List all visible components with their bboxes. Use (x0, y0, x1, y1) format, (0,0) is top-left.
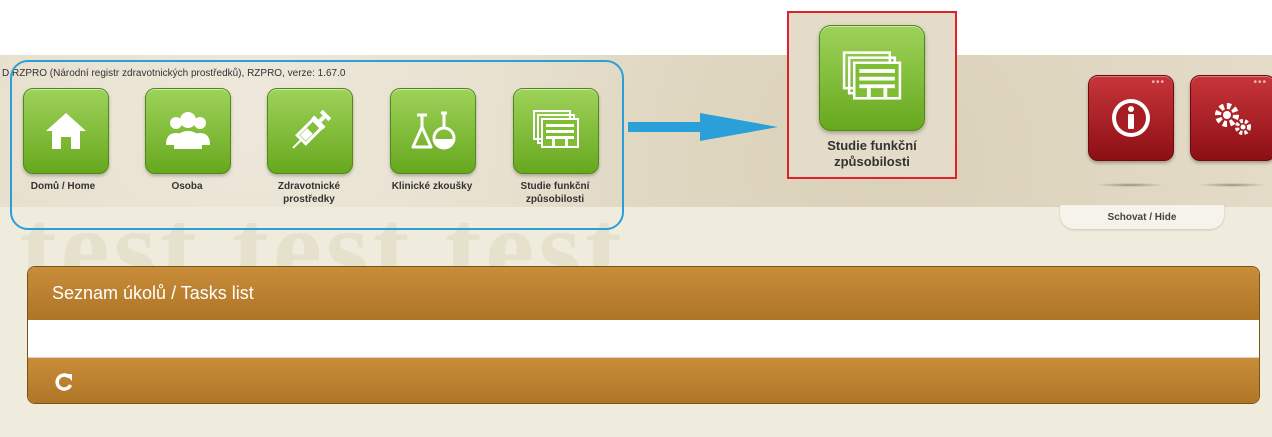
refresh-icon[interactable] (54, 372, 74, 392)
gears-icon (1215, 103, 1251, 135)
tile-menu-dots: ••• (1151, 77, 1165, 88)
flask-icon (411, 111, 456, 150)
module-home-button[interactable] (23, 88, 109, 174)
info-icon (1112, 99, 1150, 137)
people-icon (166, 112, 210, 149)
module-studies-button[interactable] (513, 88, 599, 174)
tile-shadow (1095, 183, 1165, 187)
tile-menu-dots: ••• (1253, 77, 1267, 88)
selected-module-label: Studie funkční způsobilosti (827, 138, 917, 169)
module-trials-button[interactable] (390, 88, 476, 174)
module-studies-label: Studie funkční způsobilosti (520, 181, 590, 205)
documents-icon (533, 110, 579, 148)
module-devices-label: Zdravotnické prostředky (277, 181, 341, 205)
hide-toggle-button[interactable]: Schovat / Hide (1060, 205, 1224, 229)
settings-button[interactable]: ••• (1190, 75, 1272, 161)
tasks-panel: Seznam úkolů / Tasks list (27, 266, 1260, 404)
syringe-icon (292, 109, 332, 149)
module-person-label: Osoba (171, 181, 203, 192)
selected-module-button[interactable] (819, 25, 925, 131)
module-devices-button[interactable] (267, 88, 353, 174)
tile-shadow (1197, 183, 1267, 187)
tasks-list-body (28, 320, 1259, 358)
tasks-panel-header: Seznam úkolů / Tasks list (28, 267, 1259, 320)
tasks-panel-footer (28, 358, 1259, 403)
info-button[interactable]: ••• (1088, 75, 1174, 161)
module-trials-label: Klinické zkoušky (391, 181, 473, 192)
home-icon (46, 113, 86, 149)
tasks-panel-title: Seznam úkolů / Tasks list (52, 283, 254, 303)
module-person-button[interactable] (145, 88, 231, 174)
documents-icon (842, 51, 902, 100)
module-home-label: Domů / Home (30, 181, 96, 192)
arrow-right-icon (628, 113, 778, 141)
